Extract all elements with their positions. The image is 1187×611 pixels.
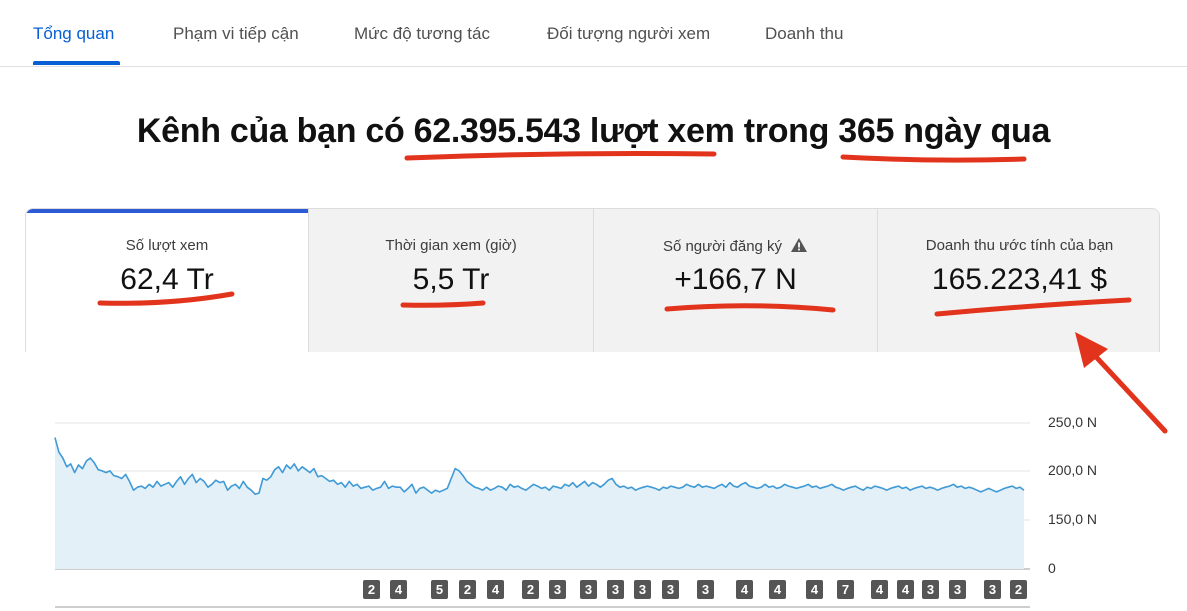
annotation-underline	[404, 151, 717, 161]
series-area	[55, 437, 1024, 569]
selected-card-indicator	[26, 209, 308, 213]
metric-card-watch-time[interactable]: Thời gian xem (giờ) 5,5 Tr	[308, 209, 593, 352]
metric-value: 62,4 Tr	[120, 263, 214, 296]
y-tick-label: 0	[1048, 560, 1056, 576]
video-count-badge[interactable]: 3	[922, 580, 939, 599]
metric-card-revenue[interactable]: Doanh thu ước tính của bạn 165.223,41 $	[877, 209, 1159, 352]
video-count-badge[interactable]: 2	[363, 580, 380, 599]
video-count-badge[interactable]: 3	[607, 580, 624, 599]
tab-reach[interactable]: Phạm vi tiếp cận	[173, 24, 299, 44]
video-count-badge[interactable]: 3	[949, 580, 966, 599]
metric-label: Số lượt xem	[125, 237, 209, 254]
video-count-badge[interactable]: 2	[522, 580, 539, 599]
video-count-badge[interactable]: 3	[984, 580, 1001, 599]
headline-middle: trong	[734, 112, 839, 150]
video-count-badge[interactable]: 4	[897, 580, 914, 599]
video-count-badge[interactable]: 3	[634, 580, 651, 599]
video-count-badge[interactable]: 4	[736, 580, 753, 599]
metric-card-views[interactable]: Số lượt xem 62,4 Tr	[26, 209, 308, 352]
active-tab-indicator	[33, 61, 120, 65]
metric-label: Doanh thu ước tính của bạn	[925, 237, 1114, 254]
video-count-badge[interactable]: 2	[1010, 580, 1027, 599]
video-count-badge[interactable]: 3	[662, 580, 679, 599]
video-count-badge[interactable]: 3	[697, 580, 714, 599]
video-count-badge[interactable]: 7	[837, 580, 854, 599]
video-count-badge[interactable]: 3	[580, 580, 597, 599]
y-tick-label: 250,0 N	[1048, 414, 1098, 430]
video-count-badge[interactable]: 3	[549, 580, 566, 599]
video-count-badge[interactable]: 4	[487, 580, 504, 599]
video-count-badge[interactable]: 2	[459, 580, 476, 599]
tab-engagement[interactable]: Mức độ tương tác	[354, 24, 490, 44]
metric-value: +166,7 N	[674, 263, 797, 296]
page-headline: Kênh của bạn có 62.395.543 lượt xem tron…	[0, 112, 1187, 151]
metric-label-text: Số người đăng ký	[662, 238, 783, 255]
views-chart[interactable]	[0, 352, 1187, 611]
tab-overview[interactable]: Tổng quan	[33, 24, 114, 44]
y-tick-label: 200,0 N	[1048, 462, 1098, 478]
tab-audience[interactable]: Đối tượng người xem	[547, 24, 710, 44]
metric-cards: Số lượt xem 62,4 Tr Thời gian xem (giờ) …	[25, 208, 1160, 352]
annotation-underline	[840, 154, 1027, 163]
headline-prefix: Kênh của bạn có	[136, 112, 414, 150]
metric-label: Thời gian xem (giờ)	[385, 237, 517, 254]
video-count-badge[interactable]: 4	[390, 580, 407, 599]
headline-views: 62.395.543 lượt xem	[413, 112, 735, 150]
tab-bar: Tổng quan Phạm vi tiếp cận Mức độ tương …	[0, 0, 1187, 67]
metric-value: 5,5 Tr	[412, 263, 490, 296]
video-count-badge[interactable]: 5	[431, 580, 448, 599]
metric-label: Số người đăng ký	[594, 237, 877, 255]
video-count-badge[interactable]: 4	[871, 580, 888, 599]
metric-value: 165.223,41 $	[931, 263, 1108, 296]
metric-card-subscribers[interactable]: Số người đăng ký +166,7 N	[593, 209, 877, 352]
video-marker-row: 2 4 5 2 4 2 3 3 3 3 3 3 4 4 4 7 4 4 3 3 …	[0, 580, 1187, 600]
y-tick-label: 150,0 N	[1048, 511, 1098, 527]
video-count-badge[interactable]: 4	[769, 580, 786, 599]
warning-icon[interactable]	[790, 237, 808, 253]
video-count-badge[interactable]: 4	[806, 580, 823, 599]
tab-revenue[interactable]: Doanh thu	[765, 24, 843, 44]
headline-period: 365 ngày qua	[838, 112, 1051, 150]
